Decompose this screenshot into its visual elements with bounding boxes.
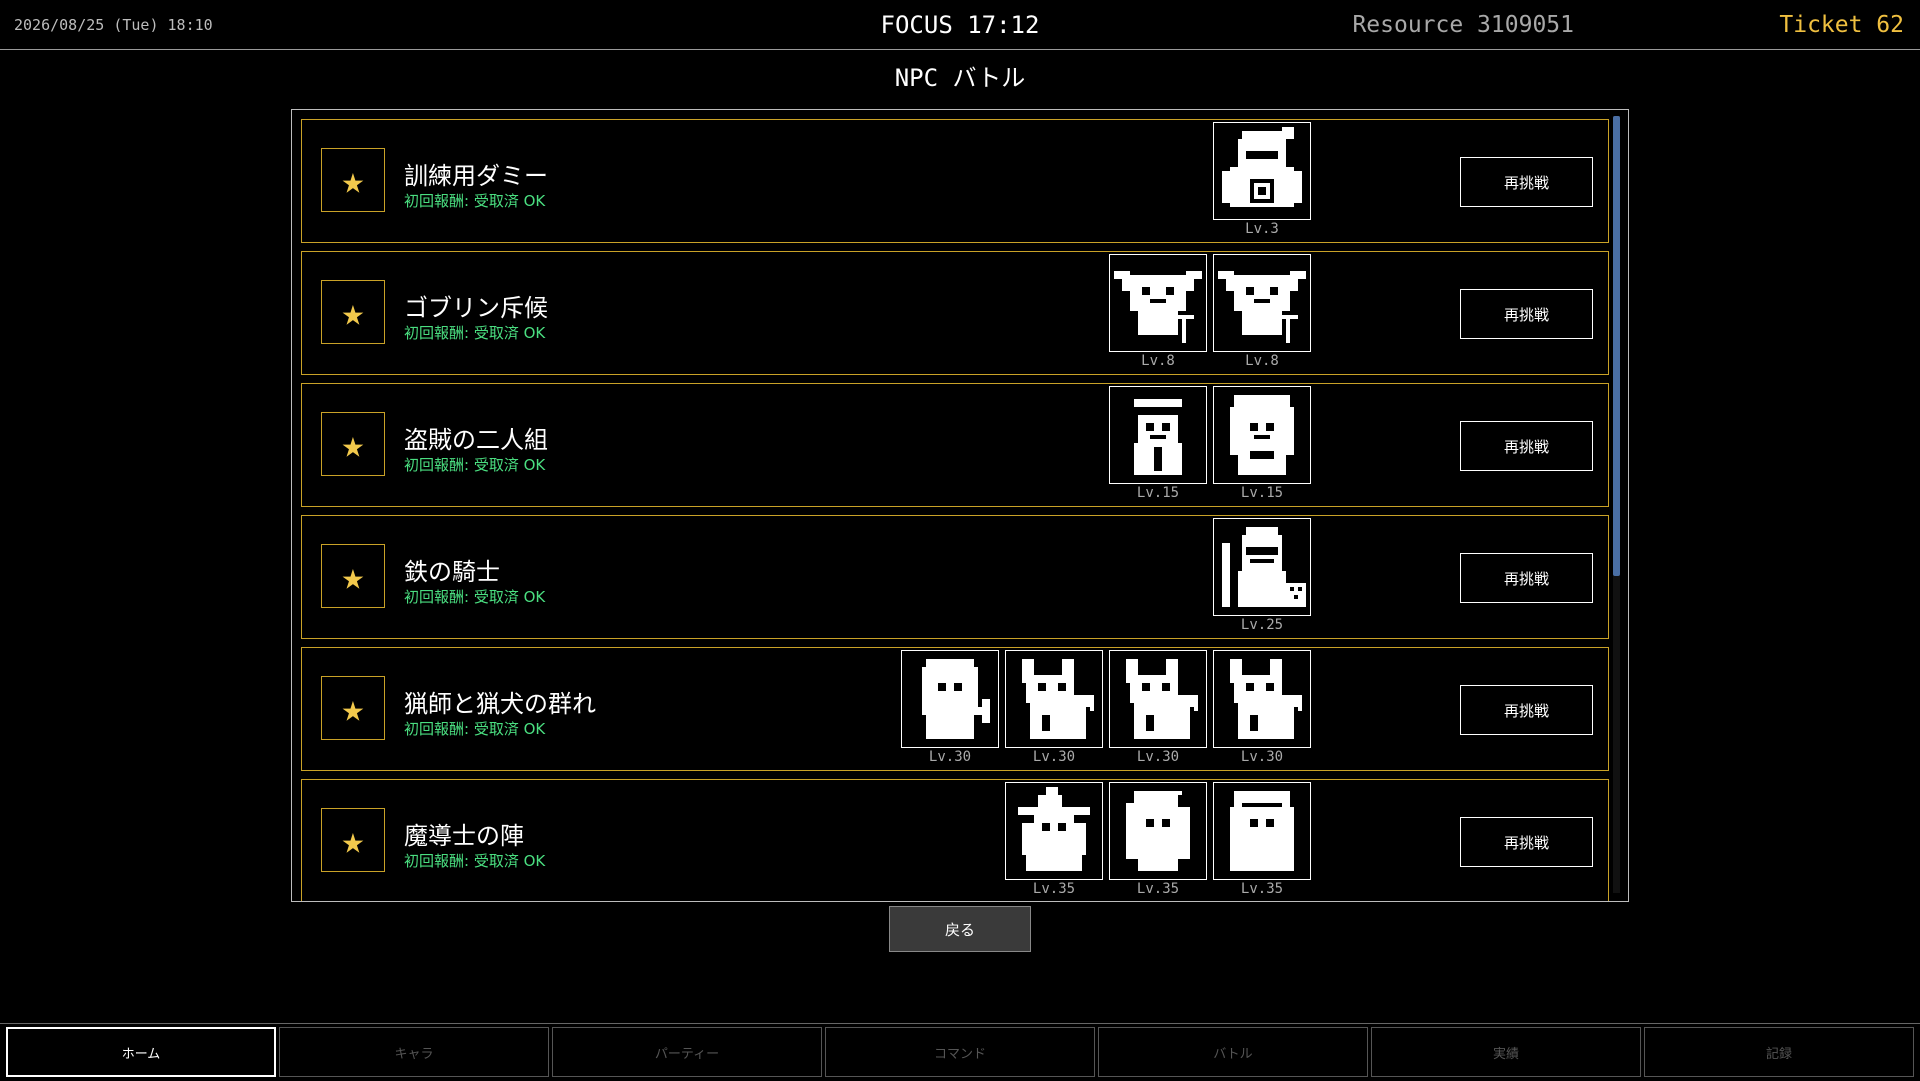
enemy-portrait: Lv.3 [1213, 122, 1311, 237]
enemy-portrait: Lv.15 [1213, 386, 1311, 501]
star-icon: ★ [321, 544, 385, 608]
reward-status: 初回報酬: 受取済 OK [404, 588, 546, 606]
rebattle-button[interactable]: 再挑戦 [1460, 421, 1593, 471]
rebattle-button[interactable]: 再挑戦 [1460, 289, 1593, 339]
hooded-bandit-icon [1213, 386, 1311, 484]
star-icon: ★ [321, 808, 385, 872]
ticket-counter: Ticket 62 [1779, 12, 1904, 38]
battle-title: 盗賊の二人組 [404, 426, 548, 454]
battle-title: 猟師と猟犬の群れ [404, 690, 596, 718]
enemy-level: Lv.30 [1032, 749, 1076, 765]
dummy-icon [1213, 122, 1311, 220]
rebattle-button[interactable]: 再挑戦 [1460, 157, 1593, 207]
enemy-portrait: Lv.35 [1109, 782, 1207, 897]
bandit-icon [1109, 386, 1207, 484]
enemy-level: Lv.25 [1240, 617, 1284, 633]
reward-status: 初回報酬: 受取済 OK [404, 324, 546, 342]
enemy-portrait: Lv.8 [1213, 254, 1311, 369]
enemy-level: Lv.35 [1032, 881, 1076, 897]
tab-records[interactable]: 記録 [1644, 1027, 1914, 1077]
enemy-portraits: Lv.8 Lv.8 [1109, 254, 1311, 369]
enemy-portraits: Lv.15 Lv.15 [1109, 386, 1311, 501]
reward-status: 初回報酬: 受取済 OK [404, 720, 546, 738]
enemy-level: Lv.3 [1245, 221, 1279, 237]
rebattle-button[interactable]: 再挑戦 [1460, 553, 1593, 603]
page-title: NPC バトル [894, 64, 1026, 92]
enemy-portraits: Lv.25 [1213, 518, 1311, 633]
enemy-portrait: Lv.35 [1005, 782, 1103, 897]
battle-row: ★ 魔導士の陣初回報酬: 受取済 OK Lv.35 Lv.35 Lv.35 再挑戦 [301, 779, 1609, 901]
reward-status: 初回報酬: 受取済 OK [404, 456, 546, 474]
battle-title: 魔導士の陣 [404, 822, 524, 850]
battle-row: ★ 猟師と猟犬の群れ 初回報酬: 受取済 OK Lv.30 Lv.30 Lv.30 Lv.3… [301, 647, 1609, 771]
enemy-portraits: Lv.30 Lv.30 Lv.30 Lv.30 [901, 650, 1311, 765]
scrollbar[interactable] [1613, 116, 1620, 893]
focus-timer: FOCUS 17:12 [880, 11, 1040, 39]
tab-home[interactable]: ホーム [6, 1027, 276, 1077]
enemy-level: Lv.35 [1136, 881, 1180, 897]
tab-achievements[interactable]: 実績 [1371, 1027, 1641, 1077]
mage-icon [1109, 782, 1207, 880]
top-status-bar: 2026/08/25 (Tue) 18:10 FOCUS 17:12 Resou… [0, 0, 1920, 50]
scrollbar-thumb[interactable] [1613, 116, 1620, 576]
battle-title: ゴブリン斥候 [404, 294, 548, 322]
enemy-portrait: Lv.30 [901, 650, 999, 765]
back-button[interactable]: 戻る [889, 906, 1031, 952]
enemy-portrait: Lv.15 [1109, 386, 1207, 501]
battle-title: 訓練用ダミー [404, 162, 548, 190]
star-icon: ★ [321, 280, 385, 344]
enemy-portrait: Lv.30 [1005, 650, 1103, 765]
bottom-nav: ホーム キャラ パーティー コマンド バトル 実績 記録 [0, 1023, 1920, 1081]
enemy-portraits: Lv.3 [1213, 122, 1311, 237]
battle-row: ★ 盗賊の二人組初回報酬: 受取済 OK Lv.15 Lv.15 再挑戦 [301, 383, 1609, 507]
battle-row: ★ ゴブリン斥候初回報酬: 受取済 OK Lv.8 Lv.8 再挑戦 [301, 251, 1609, 375]
star-icon: ★ [321, 148, 385, 212]
goblin-icon [1109, 254, 1207, 352]
enemy-level: Lv.8 [1245, 353, 1279, 369]
hunter-icon [901, 650, 999, 748]
rebattle-button[interactable]: 再挑戦 [1460, 685, 1593, 735]
enemy-level: Lv.15 [1136, 485, 1180, 501]
tab-chara[interactable]: キャラ [279, 1027, 549, 1077]
goblin-icon [1213, 254, 1311, 352]
witch-icon [1005, 782, 1103, 880]
enemy-portrait: Lv.35 [1213, 782, 1311, 897]
battle-row: ★ 訓練用ダミー初回報酬: 受取済 OK Lv.3 再挑戦 [301, 119, 1609, 243]
knight-icon [1213, 518, 1311, 616]
enemy-portrait: Lv.8 [1109, 254, 1207, 369]
enemy-portrait: Lv.30 [1213, 650, 1311, 765]
enemy-level: Lv.35 [1240, 881, 1284, 897]
hound-icon [1005, 650, 1103, 748]
enemy-level: Lv.30 [1240, 749, 1284, 765]
battle-title: 鉄の騎士 [404, 558, 500, 586]
enemy-portraits: Lv.35 Lv.35 Lv.35 [1005, 782, 1311, 897]
enemy-level: Lv.15 [1240, 485, 1284, 501]
nun-mage-icon [1213, 782, 1311, 880]
star-icon: ★ [321, 676, 385, 740]
reward-status: 初回報酬: 受取済 OK [404, 852, 546, 870]
tab-command[interactable]: コマンド [825, 1027, 1095, 1077]
enemy-portrait: Lv.25 [1213, 518, 1311, 633]
hound-icon [1109, 650, 1207, 748]
rebattle-button[interactable]: 再挑戦 [1460, 817, 1593, 867]
enemy-level: Lv.8 [1141, 353, 1175, 369]
tab-party[interactable]: パーティー [552, 1027, 822, 1077]
resource-counter: Resource 3109051 [1352, 12, 1574, 38]
battle-row: ★ 鉄の騎士初回報酬: 受取済 OK Lv.25 再挑戦 [301, 515, 1609, 639]
reward-status: 初回報酬: 受取済 OK [404, 192, 546, 210]
hound-icon [1213, 650, 1311, 748]
enemy-level: Lv.30 [928, 749, 972, 765]
enemy-portrait: Lv.30 [1109, 650, 1207, 765]
tab-battle[interactable]: バトル [1098, 1027, 1368, 1077]
npc-battle-list[interactable]: ★ 訓練用ダミー 初回報酬: 受取済 OK Lv.3 再挑戦 ★ ゴブリン斥候 初回報酬: 受… [291, 109, 1629, 902]
star-icon: ★ [321, 412, 385, 476]
enemy-level: Lv.30 [1136, 749, 1180, 765]
